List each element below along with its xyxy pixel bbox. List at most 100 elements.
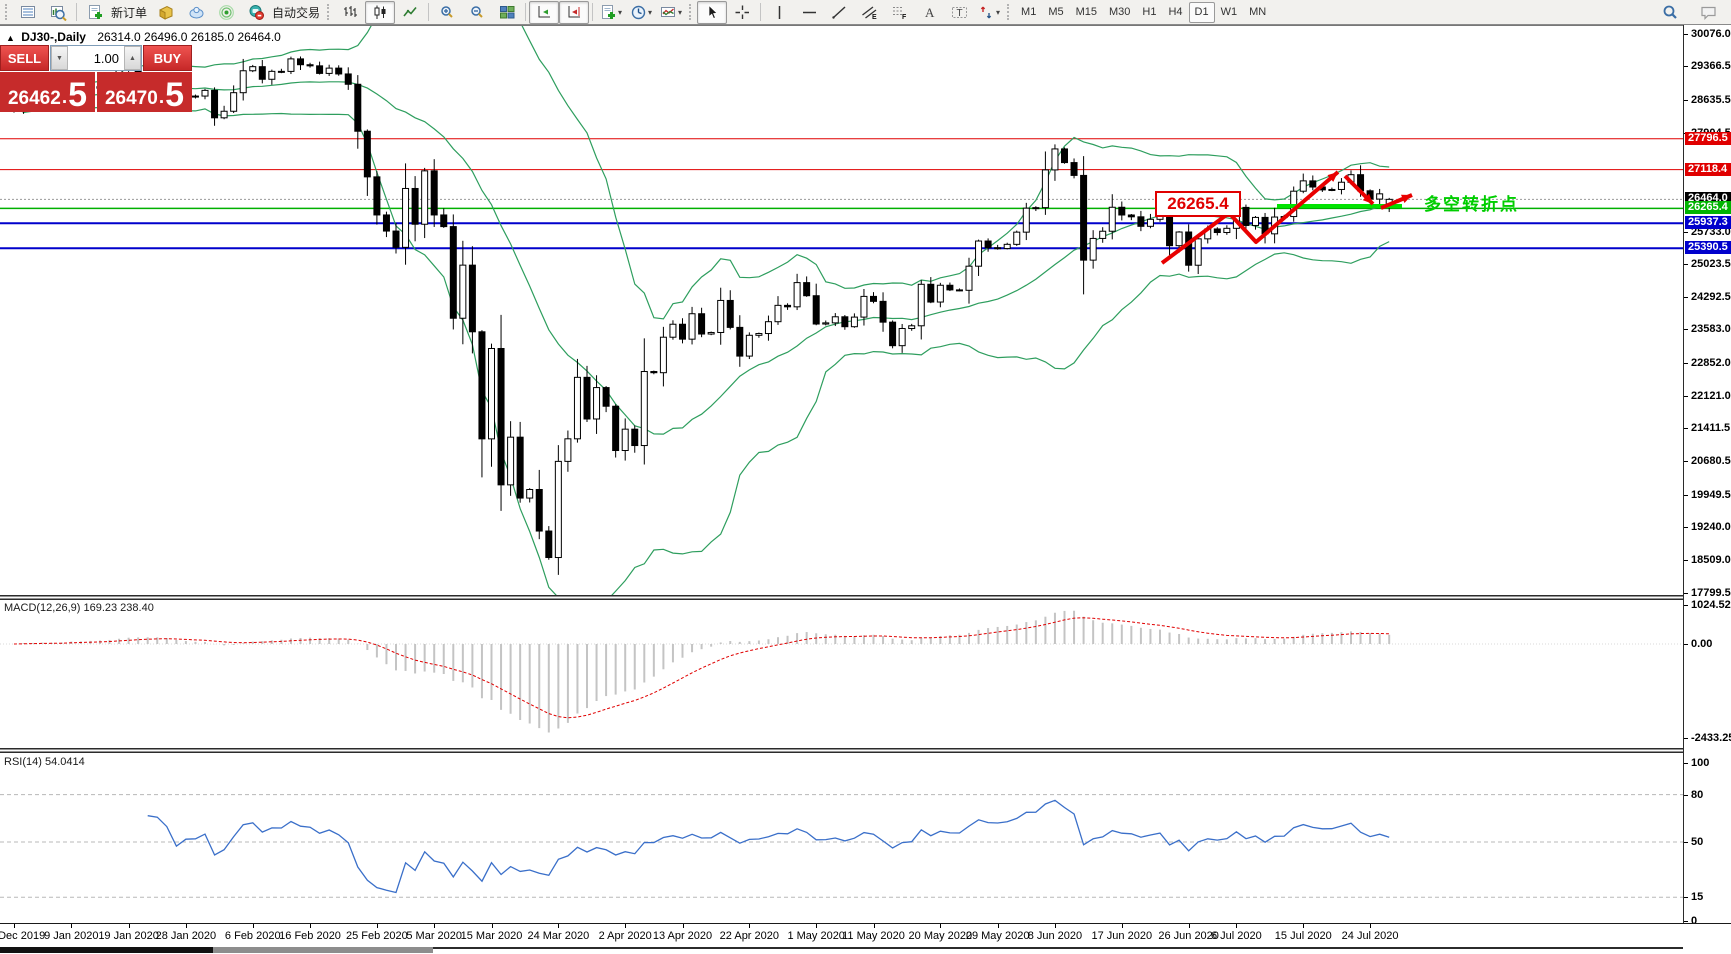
timeframe-button-m1[interactable]: M1 [1015,2,1042,23]
candle [336,68,342,74]
fibonacci-icon[interactable]: F [884,1,914,24]
buy-button[interactable]: BUY [143,45,192,71]
candle [785,305,791,306]
wallet-icon[interactable] [151,1,181,24]
candle [794,283,800,307]
new-order-label: 新订单 [111,4,147,21]
date-tick-mark [1189,924,1190,928]
candle [756,334,762,336]
cursor-icon[interactable] [697,1,727,24]
sell-price-pip: 5 [68,81,87,109]
candlestick-chart-icon[interactable] [365,1,395,24]
candle [1033,208,1039,209]
date-tick-mark [434,924,435,928]
indicators-icon[interactable]: ▾ [596,1,626,24]
date-tick-mark [1370,924,1371,928]
scrollbar-thumb[interactable] [0,947,213,953]
volume-increase-button[interactable]: ▲ [124,46,141,70]
vertical-line-icon[interactable] [764,1,794,24]
timeframe-button-h1[interactable]: H1 [1136,2,1162,23]
candle [622,429,628,450]
line-chart-icon[interactable] [395,1,425,24]
date-tick-mark [129,924,130,928]
date-label: 2 Apr 2020 [599,930,652,942]
svg-text:A: A [925,5,935,20]
price-axis[interactable]: 30076.029366.528635.527904.525733.025023… [1683,25,1731,923]
buy-price-main: 26470 [105,89,158,109]
toolbar-grip[interactable] [327,4,331,20]
candle [1090,238,1096,260]
text-icon[interactable]: A [914,1,944,24]
templates-icon[interactable]: ▾ [656,1,686,24]
timeframe-button-m30[interactable]: M30 [1103,2,1136,23]
autotrade-icon[interactable] [241,1,271,24]
turning-point-annotation[interactable]: 多空转折点 [1424,190,1519,215]
timeframe-button-m5[interactable]: M5 [1042,2,1069,23]
candle [192,96,198,97]
price-annotation-box[interactable]: 26265.4 [1155,191,1241,217]
rsi-chart-canvas[interactable] [0,753,1683,922]
chat-icon[interactable] [1693,1,1723,24]
date-tick-mark [625,924,626,928]
rsi-line[interactable] [148,800,1390,892]
tile-windows-icon[interactable] [492,1,522,24]
auto-scroll-icon[interactable] [529,1,559,24]
rsi-tick-label: 50 [1691,836,1703,848]
toolbar-grip[interactable] [689,4,693,20]
chart-shift-icon[interactable] [559,1,589,24]
date-tick-mark [558,924,559,928]
date-axis[interactable]: 31 Dec 20199 Jan 202019 Jan 202028 Jan 2… [0,923,1731,947]
bollinger-lower-band[interactable] [14,105,1389,596]
timeframe-button-m15[interactable]: M15 [1070,2,1103,23]
date-label: 8 Jun 2020 [1028,930,1082,942]
svg-text:F: F [902,14,907,21]
macd-chart-canvas[interactable] [0,600,1683,748]
candle [240,71,246,93]
scrollbar-track[interactable] [433,947,1683,949]
date-tick-mark [1055,924,1056,928]
bar-chart-icon[interactable] [335,1,365,24]
sell-button[interactable]: SELL [0,45,49,71]
volume-decrease-button[interactable]: ▼ [51,46,68,70]
periods-icon[interactable]: ▾ [626,1,656,24]
toolbar-grip[interactable] [1007,4,1011,20]
channel-icon[interactable]: E [854,1,884,24]
volume-input[interactable]: 1.00 [68,46,124,70]
date-tick-mark [310,924,311,928]
zoom-out-icon[interactable] [462,1,492,24]
crosshair-icon[interactable] [727,1,757,24]
bollinger-middle-band[interactable] [14,82,1389,434]
toolbar-grip[interactable] [5,4,9,20]
timeframe-button-d1[interactable]: D1 [1189,2,1215,23]
trendline-icon[interactable] [824,1,854,24]
sell-price-display[interactable]: 26462 . 5 [0,72,95,112]
candle [574,377,580,438]
timeframe-button-mn[interactable]: MN [1243,2,1272,23]
arrows-icon[interactable]: ▾ [974,1,1004,24]
price-tick-label: 19240.0 [1691,521,1731,533]
signals-icon[interactable] [211,1,241,24]
scrollbar-segment[interactable] [213,947,433,953]
macd-signal-line[interactable] [14,618,1389,718]
timeframe-button-w1[interactable]: W1 [1215,2,1244,23]
community-icon[interactable] [181,1,211,24]
price-tick-mark [1684,297,1688,298]
market-watch-icon[interactable] [13,1,43,24]
text-label-icon[interactable]: T [944,1,974,24]
candle [976,241,982,266]
price-chart-canvas[interactable] [0,25,1683,596]
timeframe-button-h4[interactable]: H4 [1162,2,1188,23]
buy-price-display[interactable]: 26470 . 5 [97,72,192,112]
candle [1071,163,1077,176]
search-icon[interactable] [1655,1,1685,24]
candle [1042,170,1048,208]
rsi-tick-mark [1684,842,1688,843]
rsi-tick-mark [1684,897,1688,898]
horizontal-scrollbar[interactable] [0,947,1731,954]
candle [1023,208,1029,232]
zoom-in-icon[interactable] [432,1,462,24]
candle [555,461,561,557]
new-order-icon[interactable] [80,1,110,24]
horizontal-line-icon[interactable] [794,1,824,24]
chart-profile-icon[interactable] [43,1,73,24]
